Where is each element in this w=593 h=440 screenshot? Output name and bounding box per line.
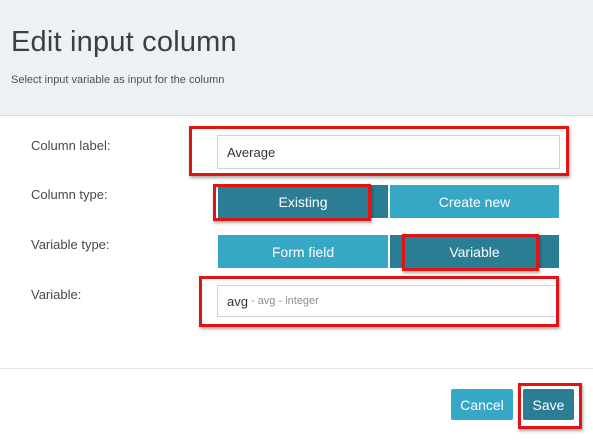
dialog-header: Edit input column Select input variable …	[0, 0, 593, 116]
variable-value-main: avg	[227, 293, 248, 309]
variable-select[interactable]: avg - avg - integer	[217, 285, 559, 317]
column-type-existing-button[interactable]: Existing	[218, 185, 388, 218]
variable-type-form-field-button[interactable]: Form field	[218, 235, 388, 268]
column-label-label: Column label:	[31, 138, 111, 153]
edit-input-column-dialog: Edit input column Select input variable …	[0, 0, 593, 440]
column-type-label: Column type:	[31, 187, 108, 202]
variable-type-variable-button[interactable]: Variable	[390, 235, 559, 268]
cancel-button[interactable]: Cancel	[451, 389, 513, 420]
dialog-subtitle: Select input variable as input for the c…	[11, 74, 225, 86]
column-label-input[interactable]: Average	[217, 135, 560, 169]
column-label-value: Average	[227, 144, 276, 160]
column-type-create-new-button[interactable]: Create new	[390, 185, 559, 218]
dialog-title: Edit input column	[11, 26, 237, 58]
variable-value-detail: - avg - integer	[250, 295, 319, 307]
save-button[interactable]: Save	[523, 389, 574, 420]
variable-label: Variable:	[31, 287, 82, 302]
footer-divider	[0, 368, 593, 369]
variable-type-label: Variable type:	[31, 237, 110, 252]
